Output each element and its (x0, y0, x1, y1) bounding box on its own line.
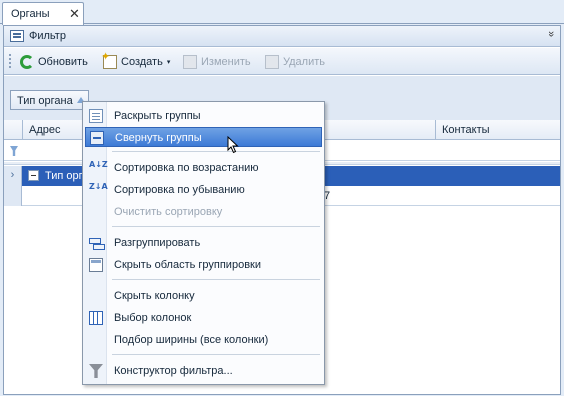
tab-label: Органы (11, 8, 50, 20)
collapse-group-icon[interactable] (28, 170, 39, 181)
toolbar: Обновить Создать ▾ Изменить Удалить (4, 48, 560, 75)
delete-label: Удалить (283, 55, 325, 68)
funnel-icon (10, 146, 18, 156)
collapse-groups-icon (90, 131, 104, 145)
column-header-label: Адрес (29, 124, 61, 136)
ungroup-icon (89, 236, 105, 250)
menu-item-best-fit-all[interactable]: Подбор ширины (все колонки) (85, 330, 322, 350)
menu-item-label: Скрыть область группировки (114, 259, 261, 271)
expand-groups-icon (89, 109, 103, 123)
menu-item-label: Конструктор фильтра... (114, 365, 233, 377)
menu-item-expand-groups[interactable]: Раскрыть группы (85, 106, 322, 126)
row-indicator-icon: › (4, 166, 22, 186)
menu-item-label: Очистить сортировку (114, 206, 223, 218)
menu-separator (112, 151, 320, 152)
mouse-cursor-icon (227, 136, 239, 154)
menu-item-collapse-groups[interactable]: Свернуть группы (85, 127, 322, 147)
new-document-icon (101, 50, 117, 69)
column-header-contacts[interactable]: Контакты (436, 120, 560, 140)
filter-bar[interactable]: Фильтр » (4, 26, 560, 47)
menu-item-column-chooser[interactable]: Выбор колонок (85, 308, 322, 328)
menu-item-label: Скрыть колонку (114, 290, 195, 302)
menu-item-filter-editor[interactable]: Конструктор фильтра... (85, 361, 322, 381)
menu-item-hide-column[interactable]: Скрыть колонку (85, 286, 322, 306)
edit-icon (183, 54, 197, 69)
toolbar-grip[interactable] (9, 54, 11, 68)
menu-item-label: Разгруппировать (114, 237, 201, 249)
menu-item-sort-ascending[interactable]: A↓Z Сортировка по возрастанию (85, 158, 322, 178)
close-icon[interactable]: ✕ (69, 6, 80, 22)
menu-separator (112, 279, 320, 280)
refresh-label: Обновить (38, 55, 88, 68)
menu-item-label: Свернуть группы (115, 132, 202, 144)
header-indicator-cell (4, 120, 23, 140)
delete-button[interactable]: Удалить (265, 53, 325, 70)
delete-icon (265, 54, 279, 69)
document-tabstrip: Органы ✕ (0, 0, 564, 25)
filter-label: Фильтр (29, 30, 66, 42)
dropdown-arrow-icon: ▾ (166, 58, 171, 66)
create-button[interactable]: Создать ▾ (101, 50, 171, 70)
menu-item-label: Раскрыть группы (114, 110, 201, 122)
column-header-label: Контакты (442, 124, 490, 136)
filter-panel-icon (10, 30, 24, 42)
menu-item-sort-descending[interactable]: Z↓A Сортировка по убыванию (85, 180, 322, 200)
chevron-down-icon[interactable]: » (545, 31, 557, 37)
menu-item-label: Выбор колонок (114, 312, 192, 324)
edit-label: Изменить (201, 55, 251, 68)
group-column-tag[interactable]: Тип органа (10, 90, 89, 110)
create-label: Создать (121, 55, 163, 68)
context-menu: Раскрыть группы Свернуть группы A↓Z Сорт… (82, 101, 325, 385)
sort-ascending-icon: A↓Z (89, 160, 108, 169)
column-chooser-icon (89, 311, 103, 325)
tab-organy[interactable]: Органы ✕ (2, 2, 84, 25)
row-indicator-cell (4, 186, 22, 206)
filter-editor-icon (89, 364, 103, 378)
refresh-icon (20, 54, 34, 69)
menu-item-label: Подбор ширины (все колонки) (114, 334, 269, 346)
group-row-label: Тип орг (45, 170, 83, 182)
menu-item-hide-group-panel[interactable]: Скрыть область группировки (85, 255, 322, 275)
menu-item-label: Сортировка по убыванию (114, 184, 245, 196)
menu-separator (112, 354, 320, 355)
refresh-button[interactable]: Обновить (20, 53, 88, 70)
group-column-label: Тип органа (17, 95, 73, 107)
menu-item-label: Сортировка по возрастанию (114, 162, 259, 174)
menu-item-ungroup[interactable]: Разгруппировать (85, 233, 322, 253)
edit-button[interactable]: Изменить (183, 53, 251, 70)
hide-group-panel-icon (89, 258, 103, 272)
menu-separator (112, 226, 320, 227)
menu-item-clear-sorting[interactable]: Очистить сортировку (85, 202, 322, 222)
sort-descending-icon: Z↓A (89, 182, 108, 191)
